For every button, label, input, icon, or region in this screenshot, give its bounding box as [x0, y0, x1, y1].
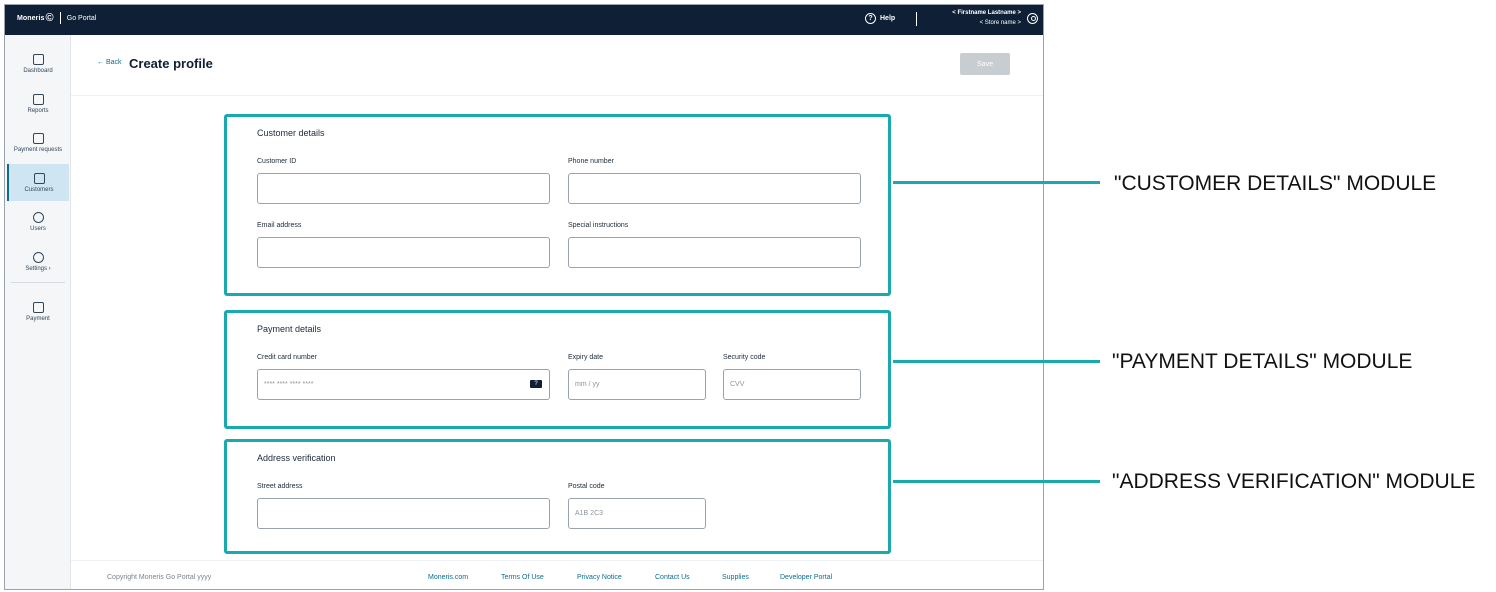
sidebar-item-label: Payment requests: [13, 146, 63, 153]
dashboard-icon: [32, 53, 44, 65]
section-title: Payment details: [257, 324, 322, 334]
annotation-address-module: "ADDRESS VERIFICATION" MODULE: [1112, 470, 1476, 493]
street-address-label: Street address: [257, 483, 303, 490]
postal-code-label: Postal code: [568, 483, 605, 490]
help-icon: ?: [865, 13, 876, 24]
settings-icon: [32, 251, 44, 263]
sidebar-item-reports[interactable]: Reports: [7, 85, 69, 122]
footer-link-moneris[interactable]: Moneris.com: [428, 574, 468, 581]
address-verification-module: Address verification Street address Post…: [224, 439, 891, 554]
save-button[interactable]: Save: [960, 53, 1010, 75]
sidebar-item-label: Users: [30, 225, 46, 232]
sidebar-item-payment-requests[interactable]: Payment requests: [7, 124, 69, 161]
top-bar: Moneris © Go Portal ? Help < Firstname La…: [5, 5, 1043, 35]
reports-icon: [32, 93, 44, 105]
sidebar-item-label: Customers: [24, 186, 54, 193]
annotation-line-customer: [893, 181, 1100, 184]
help-label: Help: [880, 15, 896, 22]
app-window: Moneris © Go Portal ? Help < Firstname La…: [4, 4, 1044, 590]
customers-icon: [33, 172, 45, 184]
arrow-left-icon: ←: [97, 59, 104, 66]
section-title: Customer details: [257, 128, 325, 138]
card-help-icon[interactable]: ?: [530, 380, 542, 388]
customer-id-label: Customer ID: [257, 158, 297, 165]
sidebar-item-payment[interactable]: Payment: [7, 293, 69, 330]
special-instructions-label: Special instructions: [568, 222, 629, 229]
expiry-input[interactable]: [568, 369, 706, 400]
sidebar-item-users[interactable]: Users: [7, 203, 69, 240]
sidebar-item-dashboard[interactable]: Dashboard: [7, 45, 69, 82]
annotation-line-payment: [893, 360, 1100, 363]
sidebar-divider: [11, 282, 65, 283]
header-divider: [916, 12, 917, 26]
phone-label: Phone number: [568, 158, 614, 165]
sidebar-item-label-wrap: Settings ›: [25, 265, 51, 272]
brand-divider: [59, 12, 61, 24]
footer-link-developer[interactable]: Developer Portal: [780, 574, 832, 581]
moneris-logo: Moneris ©: [17, 12, 54, 24]
payment-icon: [32, 301, 44, 313]
back-link[interactable]: ← Back: [97, 59, 122, 66]
postal-code-input[interactable]: [568, 498, 706, 529]
footer-link-terms[interactable]: Terms Of Use: [501, 574, 544, 581]
expiry-label: Expiry date: [568, 354, 604, 361]
main-content: ← Back Create profile Save Customer deta…: [71, 35, 1043, 589]
chevron-right-icon: ›: [48, 265, 51, 272]
street-address-input[interactable]: [257, 498, 550, 529]
security-code-label: Security code: [723, 354, 766, 361]
footer-link-supplies[interactable]: Supplies: [722, 574, 749, 581]
sidebar-item-label: Dashboard: [23, 67, 53, 74]
email-input[interactable]: [257, 237, 550, 268]
sidebar-item-settings[interactable]: Settings ›: [7, 243, 69, 280]
help-button[interactable]: ? Help: [865, 13, 895, 24]
credit-card-label: Credit card number: [257, 354, 317, 361]
annotation-customer-module: "CUSTOMER DETAILS" MODULE: [1114, 172, 1437, 195]
footer-link-privacy[interactable]: Privacy Notice: [577, 574, 622, 581]
annotation-payment-module: "PAYMENT DETAILS" MODULE: [1112, 350, 1413, 373]
customer-details-module: Customer details Customer ID Phone numbe…: [224, 114, 891, 296]
security-code-input[interactable]: [723, 369, 861, 400]
payment-requests-icon: [32, 132, 44, 144]
section-title: Address verification: [257, 453, 336, 463]
email-label: Email address: [257, 222, 302, 229]
moneris-c-icon: ©: [45, 12, 54, 24]
sidebar: Dashboard Reports Payment requests Custo…: [5, 35, 71, 589]
brand[interactable]: Moneris © Go Portal: [17, 12, 96, 24]
user-menu[interactable]: < Firstname Lastname > < Store name >: [952, 8, 1021, 28]
special-instructions-input[interactable]: [568, 237, 861, 268]
page-title: Create profile: [129, 56, 213, 71]
copyright-text: Copyright Moneris Go Portal yyyy: [107, 574, 212, 581]
annotation-line-address: [893, 480, 1100, 483]
account-icon[interactable]: [1027, 13, 1038, 24]
sidebar-item-label: Payment: [26, 315, 50, 322]
user-name: < Firstname Lastname >: [952, 10, 1021, 16]
portal-name: Go Portal: [66, 14, 97, 22]
credit-card-input[interactable]: [257, 369, 550, 400]
customer-id-input[interactable]: [257, 173, 550, 204]
phone-input[interactable]: [568, 173, 861, 204]
payment-details-module: Payment details Credit card number ? Exp…: [224, 310, 891, 429]
sidebar-item-label: Reports: [27, 107, 49, 114]
sidebar-item-customers[interactable]: Customers: [7, 164, 69, 201]
footer-link-contact[interactable]: Contact Us: [655, 574, 690, 581]
users-icon: [32, 211, 44, 223]
store-name: < Store name >: [979, 20, 1021, 26]
header-divider: [71, 95, 1043, 96]
footer-divider: [71, 560, 1043, 561]
